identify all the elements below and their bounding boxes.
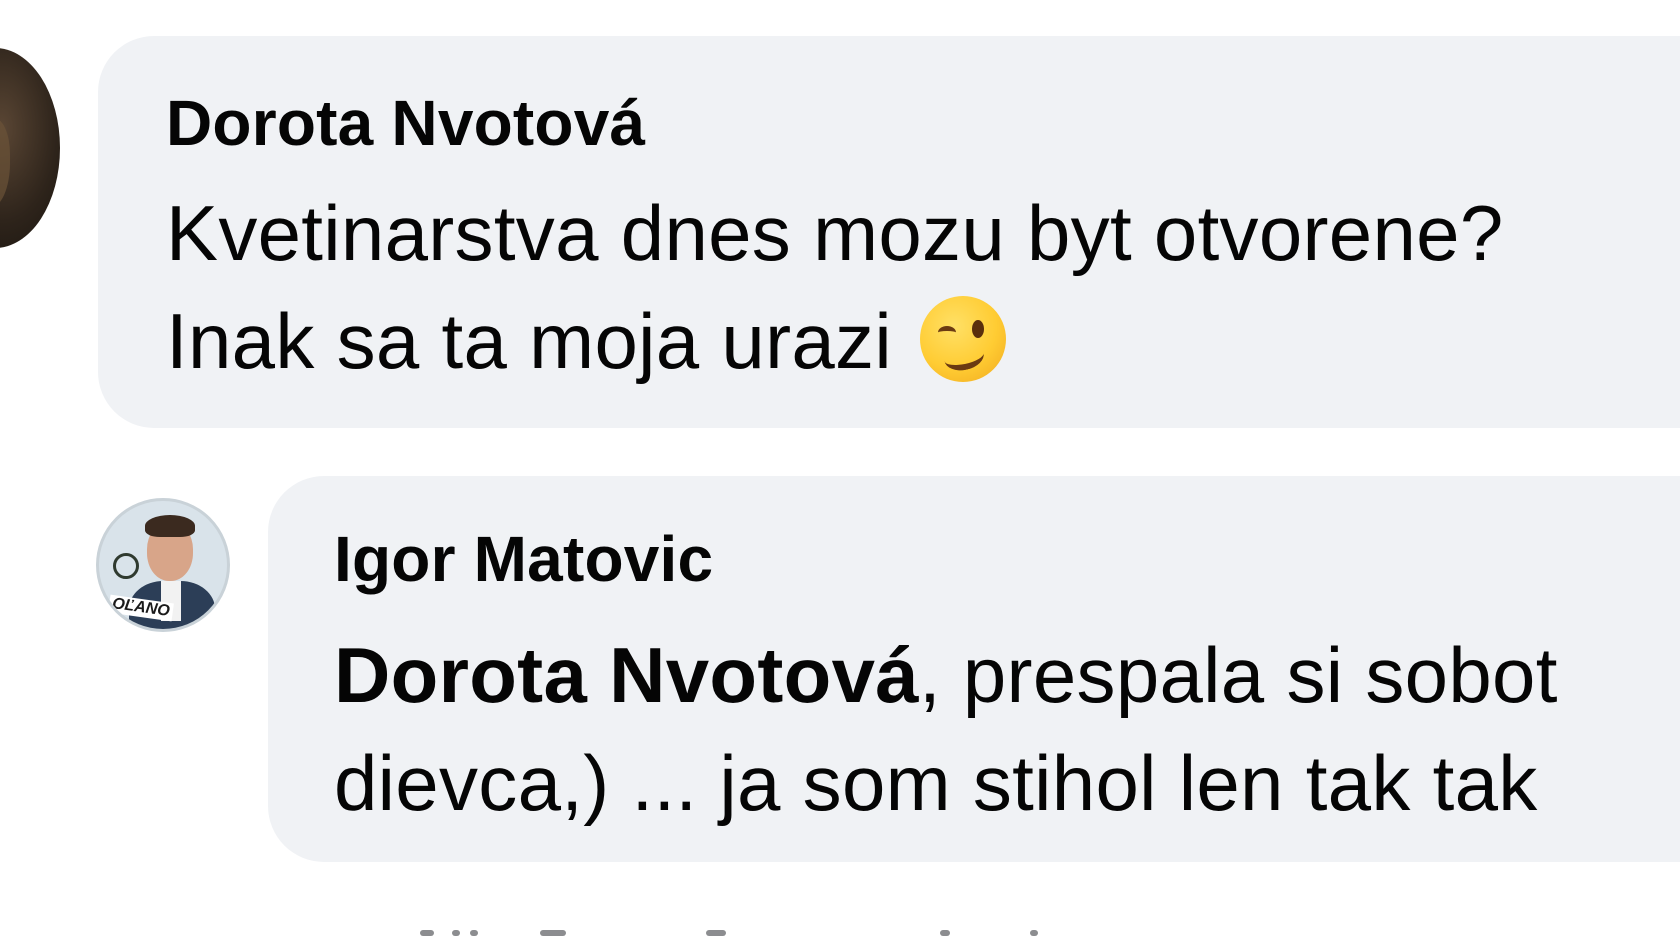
cut-off-next-line — [0, 930, 1680, 945]
mention-link[interactable]: Dorota Nvotová — [334, 631, 919, 719]
reply-author-name[interactable]: Igor Matovic — [334, 522, 713, 596]
comment-text-line-with-emoji: Inak sa ta moja urazi — [166, 296, 1006, 387]
avatar-hair — [145, 515, 195, 537]
comment-text-line: Kvetinarstva dnes mozu byt otvorene? — [166, 189, 1504, 277]
comment-author-name[interactable]: Dorota Nvotová — [166, 86, 645, 160]
party-logo-icon — [113, 553, 139, 579]
reply-text: , prespala si sobot — [918, 631, 1558, 719]
comment-thread: Dorota Nvotová Kvetinarstva dnes mozu by… — [0, 0, 1680, 945]
reply-text-line: Dorota Nvotová, prespala si sobot — [334, 630, 1558, 721]
comment-text: Inak sa ta moja urazi — [166, 297, 892, 385]
reply-text-line: dievca,) ... ja som stihol len tak tak — [334, 739, 1538, 827]
winking-face-icon — [919, 296, 1006, 382]
avatar-photo — [0, 118, 10, 208]
avatar-igor[interactable]: OĽANO — [96, 498, 230, 632]
avatar-dorota[interactable] — [0, 48, 60, 248]
